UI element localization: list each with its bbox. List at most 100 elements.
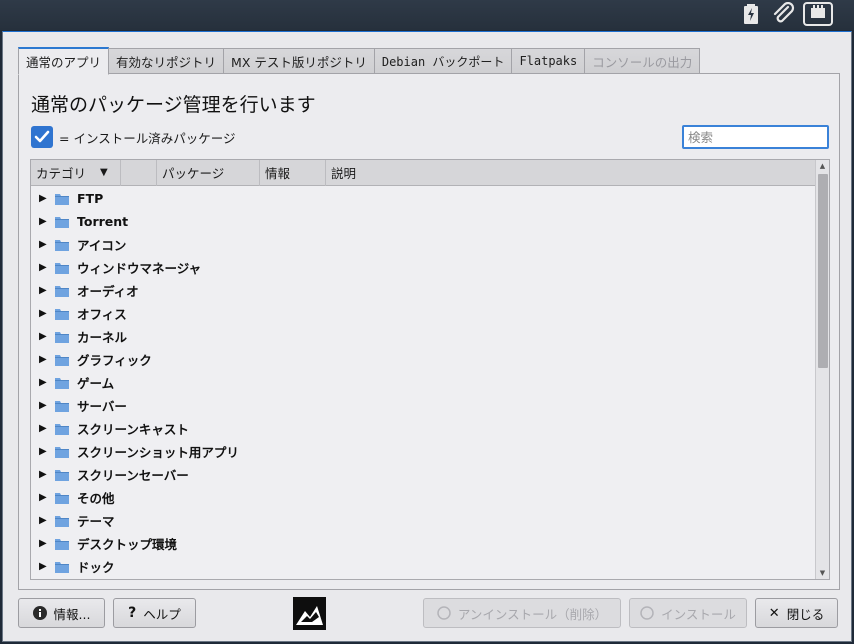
install-button[interactable]: インストール: [629, 598, 747, 628]
column-description-label: 説明: [331, 166, 357, 181]
tab-mx-test-repo[interactable]: MX テスト版リポジトリ: [224, 48, 375, 74]
folder-icon: [55, 331, 69, 343]
expand-arrow-icon[interactable]: ▶: [39, 239, 49, 250]
category-label: グラフィック: [77, 353, 152, 368]
category-label: オフィス: [77, 307, 127, 322]
expand-arrow-icon[interactable]: ▶: [39, 492, 49, 503]
tree-row[interactable]: ▶ テーマ: [31, 509, 816, 532]
close-button-label: 閉じる: [786, 606, 825, 622]
column-category[interactable]: カテゴリ ▼: [31, 160, 121, 186]
folder-icon: [55, 285, 69, 297]
tab-flatpaks[interactable]: Flatpaks: [512, 48, 586, 74]
folder-icon: [55, 561, 69, 573]
expand-arrow-icon[interactable]: ▶: [39, 515, 49, 526]
close-button[interactable]: ✕ 閉じる: [755, 598, 838, 628]
tree-row[interactable]: ▶ Torrent: [31, 210, 816, 233]
category-label: FTP: [77, 191, 104, 206]
info-button[interactable]: 情報...: [18, 598, 105, 628]
folder-icon: [55, 193, 69, 205]
column-category-label: カテゴリ: [36, 166, 87, 181]
column-package-label: パッケージ: [162, 166, 225, 181]
help-icon: ?: [128, 605, 137, 621]
tree-row[interactable]: ▶ FTP: [31, 187, 816, 210]
column-status[interactable]: [121, 160, 157, 186]
folder-icon: [55, 400, 69, 412]
tree-row[interactable]: ▶ グラフィック: [31, 348, 816, 371]
expand-arrow-icon[interactable]: ▶: [39, 377, 49, 388]
network-icon[interactable]: [802, 0, 834, 28]
folder-icon: [55, 423, 69, 435]
folder-icon: [55, 377, 69, 389]
tree-row[interactable]: ▶ オフィス: [31, 302, 816, 325]
column-description[interactable]: 説明: [326, 160, 796, 186]
category-label: スクリーンキャスト: [77, 422, 189, 437]
expand-arrow-icon[interactable]: ▶: [39, 538, 49, 549]
tree-row[interactable]: ▶ ウィンドウマネージャ: [31, 256, 816, 279]
expand-arrow-icon[interactable]: ▶: [39, 423, 49, 434]
category-label: ゲーム: [77, 376, 115, 391]
top-panel: [0, 0, 854, 30]
folder-icon: [55, 354, 69, 366]
folder-icon: [55, 515, 69, 527]
category-label: サーバー: [77, 399, 127, 414]
help-button[interactable]: ? ヘルプ: [113, 598, 196, 628]
uninstall-icon: [437, 606, 451, 620]
column-info[interactable]: 情報: [260, 160, 326, 186]
expand-arrow-icon[interactable]: ▶: [39, 400, 49, 411]
expand-arrow-icon[interactable]: ▶: [39, 216, 49, 227]
category-label: その他: [77, 491, 115, 506]
tab-panel-popular-apps: 通常のパッケージ管理を行います = インストール済みパッケージ カテゴリ ▼ パ…: [18, 73, 840, 590]
category-label: カーネル: [77, 330, 128, 345]
uninstall-button[interactable]: アンインストール（削除）: [423, 598, 621, 628]
close-icon: ✕: [768, 605, 780, 621]
expand-arrow-icon[interactable]: ▶: [39, 446, 49, 457]
help-button-label: ヘルプ: [143, 606, 181, 622]
folder-icon: [55, 446, 69, 458]
info-icon: [32, 606, 47, 620]
expand-arrow-icon[interactable]: ▶: [39, 331, 49, 342]
tree-row[interactable]: ▶ カーネル: [31, 325, 816, 348]
expand-arrow-icon[interactable]: ▶: [39, 262, 49, 273]
tree-row[interactable]: ▶ アイコン: [31, 233, 816, 256]
page-title: 通常のパッケージ管理を行います: [31, 94, 316, 116]
uninstall-button-label: アンインストール（削除）: [457, 606, 608, 622]
folder-icon: [55, 216, 69, 228]
tree-row[interactable]: ▶ ドック: [31, 555, 816, 578]
battery-charging-icon[interactable]: [740, 0, 762, 28]
checkmark-icon: [31, 126, 53, 148]
category-label: Torrent: [77, 214, 129, 229]
package-installer-window: 通常のアプリ 有効なリポジトリ MX テスト版リポジトリ Debian バックポ…: [2, 31, 852, 642]
folder-icon: [55, 239, 69, 251]
expand-arrow-icon[interactable]: ▶: [39, 469, 49, 480]
search-input[interactable]: [682, 125, 829, 149]
folder-icon: [55, 308, 69, 320]
scroll-up-icon[interactable]: ▲: [816, 160, 829, 172]
expand-arrow-icon[interactable]: ▶: [39, 193, 49, 204]
folder-icon: [55, 262, 69, 274]
tree-row[interactable]: ▶ サーバー: [31, 394, 816, 417]
paperclip-icon[interactable]: [770, 0, 796, 28]
tree-row[interactable]: ▶ デスクトップ環境: [31, 532, 816, 555]
tree-row[interactable]: ▶ オーディオ: [31, 279, 816, 302]
tab-bar: 通常のアプリ 有効なリポジトリ MX テスト版リポジトリ Debian バックポ…: [18, 47, 701, 75]
scrollbar-thumb[interactable]: [818, 174, 828, 368]
expand-arrow-icon[interactable]: ▶: [39, 285, 49, 296]
tab-popular-apps[interactable]: 通常のアプリ: [18, 47, 110, 75]
vertical-scrollbar[interactable]: ▲ ▼: [815, 160, 829, 579]
category-label: スクリーンセーバー: [77, 468, 189, 483]
tree-row[interactable]: ▶ その他: [31, 486, 816, 509]
tree-row[interactable]: ▶ スクリーンショット用アプリ: [31, 440, 816, 463]
scroll-down-icon[interactable]: ▼: [816, 567, 829, 579]
expand-arrow-icon[interactable]: ▶: [39, 561, 49, 572]
tree-row[interactable]: ▶ スクリーンセーバー: [31, 463, 816, 486]
expand-arrow-icon[interactable]: ▶: [39, 308, 49, 319]
category-label: ウィンドウマネージャ: [77, 261, 202, 276]
tab-enabled-repos[interactable]: 有効なリポジトリ: [109, 48, 225, 74]
column-package[interactable]: パッケージ: [157, 160, 260, 186]
expand-arrow-icon[interactable]: ▶: [39, 354, 49, 365]
tab-debian-backports[interactable]: Debian バックポート: [374, 48, 513, 74]
tree-row[interactable]: ▶ スクリーンキャスト: [31, 417, 816, 440]
legend-label: = インストール済みパッケージ: [59, 130, 236, 146]
category-label: ドック: [77, 560, 115, 575]
tree-row[interactable]: ▶ ゲーム: [31, 371, 816, 394]
